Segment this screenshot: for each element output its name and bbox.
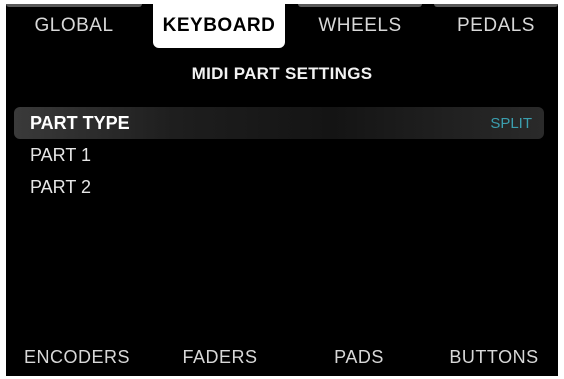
param-label: PART 2 bbox=[30, 176, 92, 197]
tab-wheels-label: WHEELS bbox=[318, 15, 402, 36]
tab-pedals[interactable]: PEDALS bbox=[434, 4, 558, 48]
page-title: MIDI PART SETTINGS bbox=[191, 64, 373, 83]
tab-pads[interactable]: PADS bbox=[296, 338, 422, 376]
tab-pads-label: PADS bbox=[334, 346, 384, 367]
bottom-tab-bar: ENCODERS FADERS PADS BUTTONS bbox=[6, 338, 558, 376]
param-label: PART 1 bbox=[30, 144, 92, 165]
param-row-part-1[interactable]: PART 1 bbox=[14, 139, 544, 171]
tab-buttons[interactable]: BUTTONS bbox=[430, 338, 558, 376]
tab-global-label: GLOBAL bbox=[34, 15, 114, 36]
tab-global[interactable]: GLOBAL bbox=[6, 4, 142, 48]
tab-keyboard-label: KEYBOARD bbox=[162, 15, 276, 36]
parameter-list: PART TYPE SPLIT PART 1 PART 2 bbox=[14, 107, 544, 203]
tab-encoders[interactable]: ENCODERS bbox=[6, 338, 148, 376]
param-row-part-2[interactable]: PART 2 bbox=[14, 171, 544, 203]
tab-encoders-label: ENCODERS bbox=[23, 346, 130, 367]
param-value: SPLIT bbox=[490, 114, 532, 132]
top-tab-bar: GLOBAL KEYBOARD WHEELS PEDALS bbox=[6, 4, 558, 48]
tab-cap bbox=[434, 4, 558, 7]
device-screen: GLOBAL KEYBOARD WHEELS PEDALS MIDI PART … bbox=[6, 4, 558, 376]
tab-faders[interactable]: FADERS bbox=[154, 338, 286, 376]
param-row-part-type[interactable]: PART TYPE SPLIT bbox=[14, 107, 544, 139]
tab-wheels[interactable]: WHEELS bbox=[298, 4, 422, 48]
param-label: PART TYPE bbox=[30, 112, 130, 133]
tab-cap bbox=[298, 4, 422, 7]
tab-buttons-label: BUTTONS bbox=[449, 346, 539, 367]
tab-keyboard[interactable]: KEYBOARD bbox=[153, 4, 285, 48]
tab-faders-label: FADERS bbox=[182, 346, 258, 367]
tab-cap bbox=[6, 4, 142, 7]
tab-pedals-label: PEDALS bbox=[457, 15, 535, 36]
